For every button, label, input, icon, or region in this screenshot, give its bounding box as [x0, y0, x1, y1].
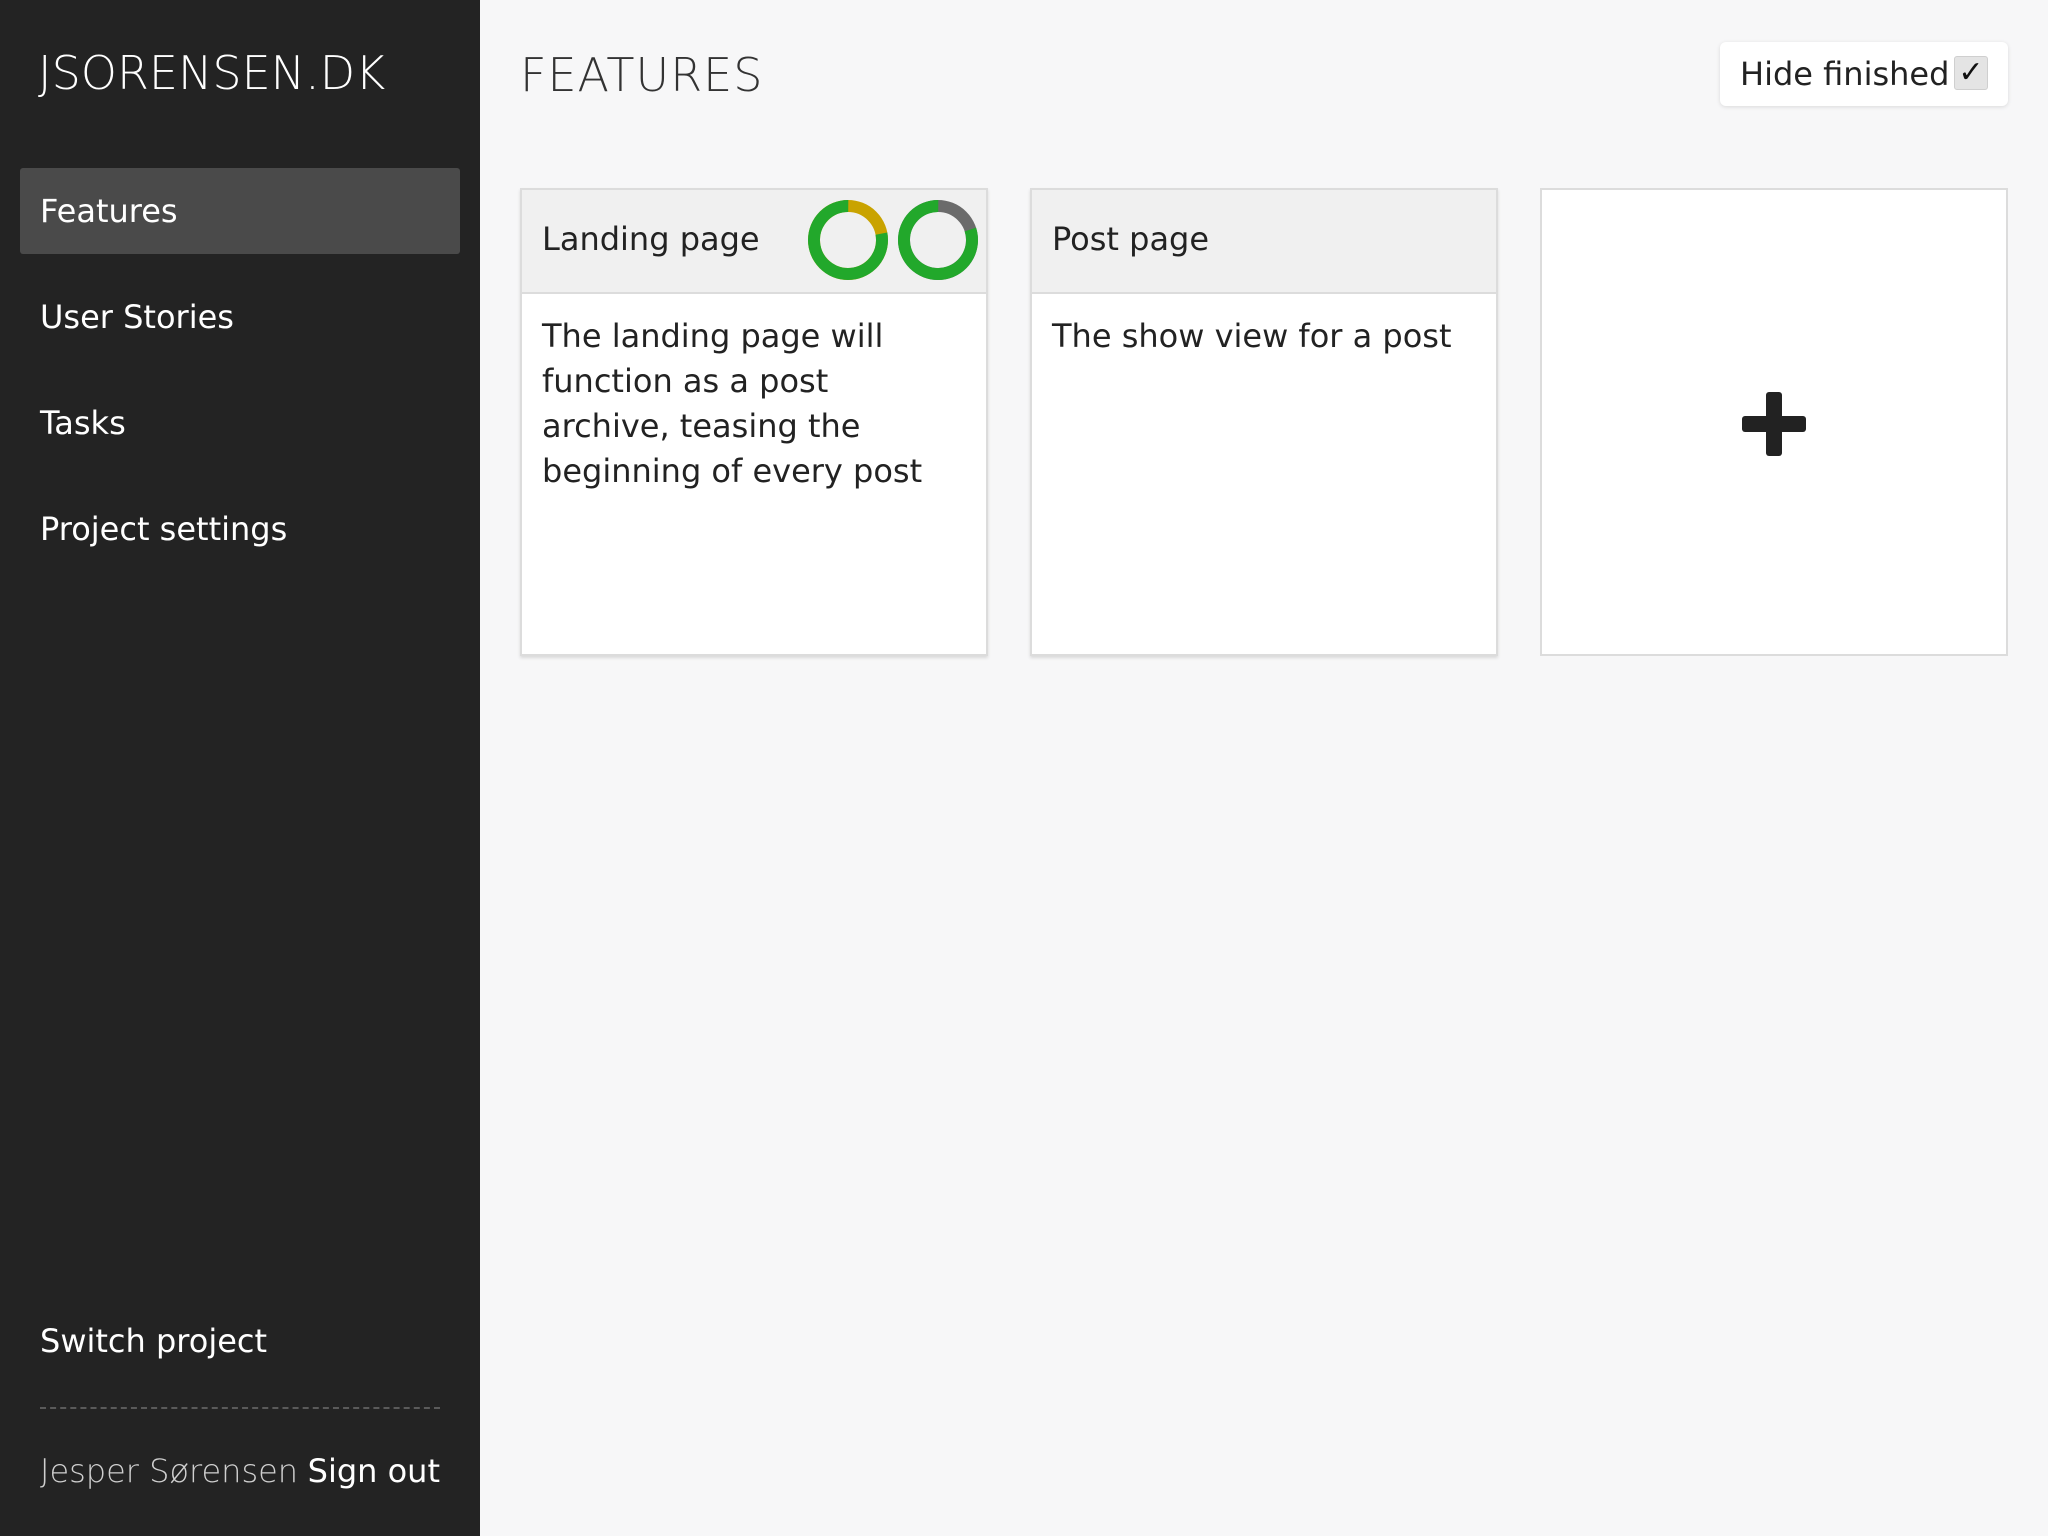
card-header: Landing page	[522, 190, 986, 294]
sign-out-link[interactable]: Sign out	[308, 1452, 440, 1490]
main-content: FEATURES Hide finished ✓ Landing page Th…	[480, 0, 2048, 1536]
add-feature-button[interactable]	[1540, 188, 2008, 656]
sidebar-item-tasks[interactable]: Tasks	[20, 380, 460, 466]
progress-ring-fill	[898, 200, 978, 280]
card-description: The landing page will function as a post…	[542, 317, 923, 490]
sidebar-item-features[interactable]: Features	[20, 168, 460, 254]
feature-card[interactable]: Post page The show view for a post	[1030, 188, 1498, 656]
sidebar-item-project-settings[interactable]: Project settings	[20, 486, 460, 572]
page-title: FEATURES	[520, 48, 764, 102]
progress-ring-icon	[898, 200, 978, 280]
hide-finished-toggle[interactable]: Hide finished ✓	[1720, 42, 2008, 106]
switch-project-link[interactable]: Switch project	[40, 1322, 267, 1360]
card-description: The show view for a post	[1052, 317, 1452, 355]
sidebar-divider	[40, 1407, 440, 1409]
hide-finished-checkbox[interactable]: ✓	[1954, 56, 1988, 90]
card-header: Post page	[1032, 190, 1496, 294]
hide-finished-label: Hide finished	[1740, 55, 1950, 93]
sidebar: JSORENSEN.DK Features User Stories Tasks…	[0, 0, 480, 1536]
sidebar-nav: Features User Stories Tasks Project sett…	[20, 168, 460, 592]
sidebar-item-user-stories[interactable]: User Stories	[20, 274, 460, 360]
user-name: Jesper Sørensen	[40, 1452, 299, 1490]
app-logo[interactable]: JSORENSEN.DK	[38, 46, 385, 100]
card-title: Post page	[1052, 220, 1210, 258]
progress-ring-icon	[808, 200, 888, 280]
card-title: Landing page	[542, 220, 760, 258]
feature-card[interactable]: Landing page The landing page will funct…	[520, 188, 988, 656]
plus-icon	[1742, 392, 1806, 456]
